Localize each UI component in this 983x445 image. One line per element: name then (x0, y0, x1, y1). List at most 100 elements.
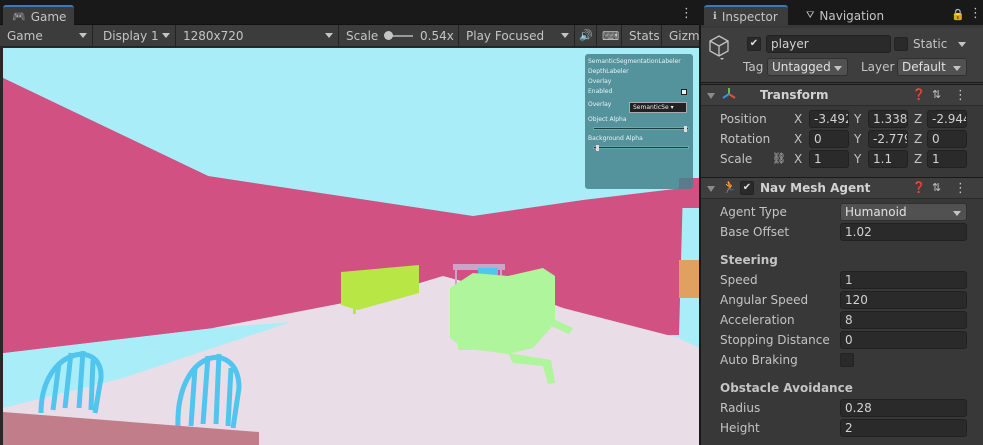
nav-mesh-agent-enabled-checkbox[interactable]: ✔ (740, 181, 754, 195)
component-menu-icon[interactable]: ⋮ (954, 89, 967, 103)
scale-slider-knob[interactable] (384, 31, 393, 40)
help-icon[interactable]: ❓ (912, 181, 926, 194)
gamepad-icon: 🎮 (12, 10, 26, 23)
axis-z: Z (914, 112, 923, 126)
background-alpha-knob[interactable] (595, 145, 599, 151)
radius-field[interactable]: 0.28 (840, 399, 967, 417)
tab-navigation[interactable]: ⛛ Navigation (797, 5, 892, 26)
agent-type-dropdown[interactable]: Humanoid (840, 203, 967, 221)
tag-label: Tag (743, 60, 764, 74)
tag-value: Untagged (772, 60, 831, 74)
mute-audio-button[interactable]: 🔊 (575, 25, 597, 46)
gizmos-button[interactable]: Gizmo (662, 25, 699, 46)
tab-game[interactable]: 🎮 Game (3, 5, 75, 26)
display-dropdown[interactable]: Display 1 (96, 25, 176, 46)
height-field[interactable]: 2 (840, 419, 967, 437)
background-alpha-slider[interactable] (593, 145, 689, 151)
scale-y-field[interactable]: 1.1 (868, 150, 908, 168)
gameobject-header: ✔ player Static Tag Untagged Layer Defau… (701, 28, 983, 83)
rotation-y-field[interactable]: -2.779 (868, 130, 908, 148)
axis-x: X (794, 132, 803, 146)
axis-z: Z (914, 152, 923, 166)
nav-mesh-agent-header[interactable]: 🏃 ✔ Nav Mesh Agent ❓ ⇅ ⋮ (701, 177, 983, 199)
overlay-mode-dropdown[interactable]: SemanticSe ▾ (629, 102, 687, 113)
auto-braking-label: Auto Braking (720, 353, 798, 367)
right-cabinet (679, 260, 699, 298)
scale-z-field[interactable]: 1 (927, 150, 967, 168)
gameobject-name: player (771, 37, 809, 51)
navigation-icon: ⛛ (806, 10, 815, 21)
object-alpha-knob[interactable] (684, 126, 688, 132)
scale-value: 0.54x (420, 28, 454, 43)
nav-mesh-agent-icon: 🏃 (722, 180, 737, 194)
scale-label: Scale (720, 152, 753, 166)
lock-icon[interactable]: 🔒 (951, 8, 965, 21)
foldout-arrow-icon[interactable] (707, 93, 715, 99)
position-y-value: 1.3380 (873, 112, 908, 126)
constrain-proportions-icon[interactable]: ⛓ (772, 152, 786, 165)
base-offset-label: Base Offset (720, 225, 790, 239)
speed-field[interactable]: 1 (840, 271, 967, 289)
presets-icon[interactable]: ⇅ (932, 181, 941, 194)
background-alpha-label: Background Alpha (588, 135, 643, 142)
position-z-field[interactable]: -2.944 (927, 110, 967, 128)
overlay-enabled-checkbox[interactable] (681, 89, 687, 95)
resolution-label: 1280x720 (183, 28, 244, 43)
overlay-mode-label: Overlay (588, 101, 612, 108)
position-x-value: -3.492 (814, 112, 849, 126)
resolution-dropdown[interactable]: 1280x720 (176, 25, 339, 46)
help-icon[interactable]: ❓ (912, 88, 926, 101)
overlay-mode-value: SemanticSe (633, 104, 669, 111)
keyboard-shortcuts-button[interactable]: ⌨ (597, 25, 622, 46)
auto-braking-checkbox[interactable] (840, 353, 854, 367)
position-label: Position (720, 112, 767, 126)
play-mode-dropdown[interactable]: Play Focused (459, 25, 575, 46)
rotation-y-value: -2.779 (873, 132, 908, 146)
object-alpha-slider[interactable] (593, 126, 689, 132)
info-icon: ℹ (713, 11, 717, 22)
static-checkbox[interactable] (894, 37, 908, 51)
component-menu-icon[interactable]: ⋮ (954, 182, 967, 196)
acceleration-field[interactable]: 8 (840, 311, 967, 329)
presets-icon[interactable]: ⇅ (932, 88, 941, 101)
layer-dropdown[interactable]: Default (897, 58, 967, 76)
agent-type-value: Humanoid (845, 205, 907, 219)
chevron-down-icon (162, 33, 170, 38)
nav-mesh-agent-title: Nav Mesh Agent (760, 181, 871, 195)
chevron-down-icon (953, 211, 961, 216)
layer-value: Default (902, 60, 946, 74)
position-x-field[interactable]: -3.492 (809, 110, 849, 128)
scale-x-field[interactable]: 1 (809, 150, 849, 168)
foldout-arrow-icon[interactable] (707, 186, 715, 192)
gameobject-active-checkbox[interactable]: ✔ (747, 37, 761, 51)
scale-control: Scale 0.54x (339, 25, 459, 46)
scale-label: Scale (346, 28, 379, 43)
static-dropdown-icon[interactable] (958, 42, 966, 47)
view-mode-dropdown[interactable]: Game (0, 25, 93, 46)
rotation-x-value: 0 (814, 132, 822, 146)
rotation-label: Rotation (720, 132, 771, 146)
stopping-distance-field[interactable]: 0 (840, 331, 967, 349)
tag-dropdown[interactable]: Untagged (767, 58, 848, 76)
game-toolbar: Game Display 1 1280x720 Scale 0.54x Play… (0, 25, 699, 47)
gameobject-cube-icon[interactable] (707, 34, 731, 60)
tab-game-label: Game (30, 9, 67, 24)
angular-speed-field[interactable]: 120 (840, 291, 967, 309)
inspector-menu-icon[interactable]: ⋮ (969, 7, 982, 21)
tab-inspector[interactable]: ℹ Inspector (704, 5, 788, 26)
axis-x: X (794, 112, 803, 126)
steering-heading: Steering (720, 253, 778, 267)
base-offset-field[interactable]: 1.02 (840, 223, 967, 241)
game-viewport[interactable]: SemanticSegmentationLabeler DepthLabeler… (3, 48, 699, 445)
rotation-x-field[interactable]: 0 (809, 130, 849, 148)
position-y-field[interactable]: 1.3380 (868, 110, 908, 128)
stats-button[interactable]: Stats (622, 25, 662, 46)
layer-label: Layer (861, 60, 895, 74)
game-menu-icon[interactable]: ⋮ (680, 7, 693, 21)
gameobject-name-field[interactable]: player (766, 35, 891, 53)
transform-header[interactable]: Transform ❓ ⇅ ⋮ (701, 84, 983, 106)
stopping-distance-value: 0 (845, 333, 853, 347)
rotation-z-field[interactable]: 0 (927, 130, 967, 148)
acceleration-value: 8 (845, 313, 853, 327)
static-label: Static (913, 37, 948, 51)
